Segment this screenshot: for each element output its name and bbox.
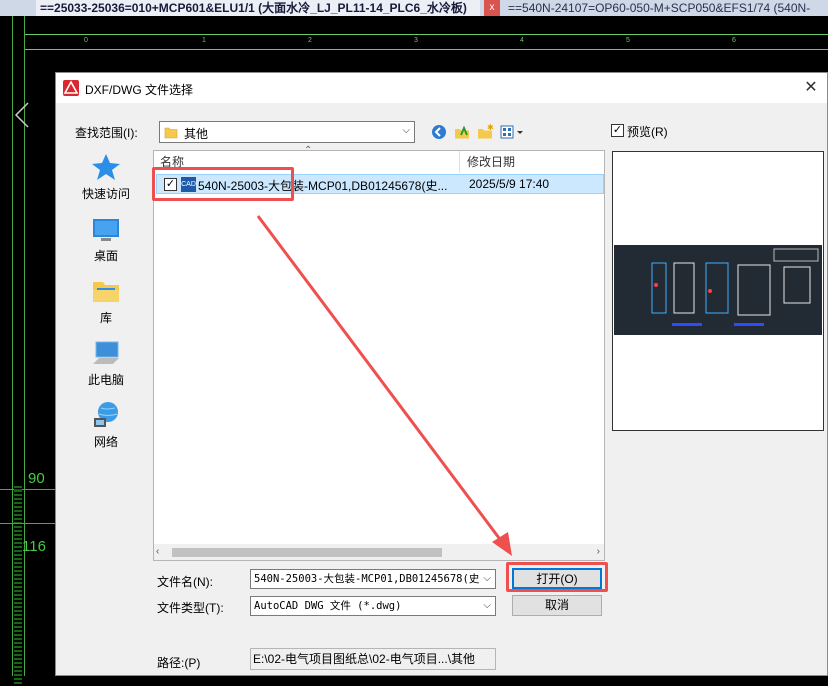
cancel-button[interactable]: 取消 (512, 595, 602, 616)
chevron-left-icon (14, 102, 29, 128)
ruler-tick: 3 (414, 37, 418, 44)
column-header-date[interactable]: 修改日期 (467, 151, 515, 173)
dialog-titlebar[interactable]: DXF/DWG 文件选择 ✕ (56, 73, 827, 103)
ruler-tick: 2 (308, 37, 312, 44)
drawing-border-line (12, 16, 13, 676)
path-label: 路径:(P) (157, 656, 201, 670)
cad-file-icon: CAD (181, 177, 196, 192)
filetype-label: 文件类型(T): (157, 601, 224, 615)
file-name: 540N-25003-大包装-MCP01,DB01245678(史... (198, 179, 448, 193)
drawing-grid-line (0, 489, 60, 490)
place-label: 网络 (93, 435, 118, 449)
path-field: E:\02-电气项目图纸总\02-电气项目...\其他 (250, 648, 496, 670)
drawing-vertical-text (14, 486, 22, 686)
place-label: 快速访问 (81, 187, 130, 201)
preview-label[interactable]: 预览(R) (627, 123, 668, 140)
filename-value: 540N-25003-大包装-MCP01,DB01245678(史 (254, 573, 480, 585)
place-label: 此电脑 (87, 373, 124, 387)
folder-icon (164, 127, 178, 139)
lookin-value: 其他 (184, 127, 209, 141)
scroll-right-icon[interactable]: › (597, 544, 600, 560)
file-checkbox[interactable]: ✓ (164, 178, 177, 191)
filename-field[interactable]: 540N-25003-大包装-MCP01,DB01245678(史 ⌵ (250, 569, 496, 589)
side-number: 116 (22, 538, 46, 555)
ruler-tick: 4 (520, 37, 524, 44)
up-folder-icon[interactable] (453, 123, 471, 141)
new-folder-icon[interactable]: ✱ (476, 123, 494, 141)
sort-up-icon: ⌃ (304, 145, 313, 156)
chevron-down-icon[interactable]: ⌵ (483, 597, 491, 615)
drawing-grid-line (0, 523, 60, 524)
preview-pane (612, 151, 824, 431)
document-tab-bar: ==25033-25036=010+MCP601&ELU1/1 (大面水冷_LJ… (0, 0, 828, 16)
app-logo-icon (63, 80, 79, 96)
side-number: 90 (28, 470, 45, 487)
back-icon[interactable] (430, 123, 448, 141)
star-icon (92, 154, 120, 180)
filetype-dropdown[interactable]: AutoCAD DWG 文件 (*.dwg) ⌵ (250, 596, 496, 616)
column-divider[interactable] (459, 151, 460, 173)
chevron-down-icon[interactable]: ⌵ (483, 570, 491, 588)
place-label: 桌面 (93, 249, 118, 263)
scroll-thumb[interactable] (172, 548, 442, 557)
place-library[interactable]: 库 (66, 274, 146, 336)
ruler-tick: 1 (202, 37, 206, 44)
ruler-tick: 5 (626, 37, 630, 44)
scroll-left-icon[interactable]: ‹ (156, 544, 159, 560)
place-quick-access[interactable]: 快速访问 (66, 150, 146, 212)
file-row[interactable]: ✓ CAD 540N-25003-大包装-MCP01,DB01245678(史.… (156, 174, 604, 194)
document-tab-active[interactable]: ==25033-25036=010+MCP601&ELU1/1 (大面水冷_LJ… (36, 0, 480, 16)
horizontal-scrollbar[interactable]: ‹ › (154, 544, 604, 560)
file-date: 2025/5/9 17:40 (469, 177, 550, 191)
place-this-pc[interactable]: 此电脑 (66, 336, 146, 398)
chevron-down-icon[interactable]: ⌵ (402, 125, 410, 136)
place-desktop[interactable]: 桌面 (66, 212, 146, 274)
preview-checkbox[interactable]: ✓ (611, 124, 624, 137)
file-list[interactable]: ⌃ 名称 修改日期 ✓ CAD 540N-25003-大包装-MCP01,DB0… (153, 145, 605, 561)
desktop-icon (93, 219, 119, 241)
svg-text:✱: ✱ (487, 123, 494, 132)
filetype-value: AutoCAD DWG 文件 (*.dwg) (254, 600, 402, 612)
network-icon (94, 402, 118, 427)
ruler-tick: 0 (84, 37, 88, 44)
document-tab[interactable]: ==540N-24107=OP60-050-M+SCP050&EFS1/74 (… (504, 0, 828, 16)
close-icon[interactable]: ✕ (801, 78, 821, 98)
drawing-ruler: 0 1 2 3 4 5 6 (24, 34, 828, 50)
library-icon (93, 282, 119, 302)
drawing-preview-image (614, 245, 822, 335)
tab-close-icon[interactable]: x (484, 0, 500, 16)
dialog-title: DXF/DWG 文件选择 (85, 83, 193, 97)
filename-label: 文件名(N): (157, 575, 213, 589)
open-button[interactable]: 打开(O) (512, 568, 602, 589)
file-select-dialog: DXF/DWG 文件选择 ✕ 查找范围(I): 其他 ⌵ ✱ ✓ 预览(R) 快… (55, 72, 828, 676)
lookin-label: 查找范围(I): (75, 126, 138, 140)
ruler-tick: 6 (732, 37, 736, 44)
place-network[interactable]: 网络 (66, 398, 146, 460)
column-header-name[interactable]: 名称 (160, 151, 184, 173)
computer-icon (93, 341, 119, 364)
lookin-dropdown[interactable]: 其他 ⌵ (159, 121, 415, 143)
place-label: 库 (99, 311, 112, 325)
view-menu-icon[interactable] (499, 123, 525, 141)
places-bar: 快速访问 桌面 库 此电脑 网络 (66, 150, 146, 630)
